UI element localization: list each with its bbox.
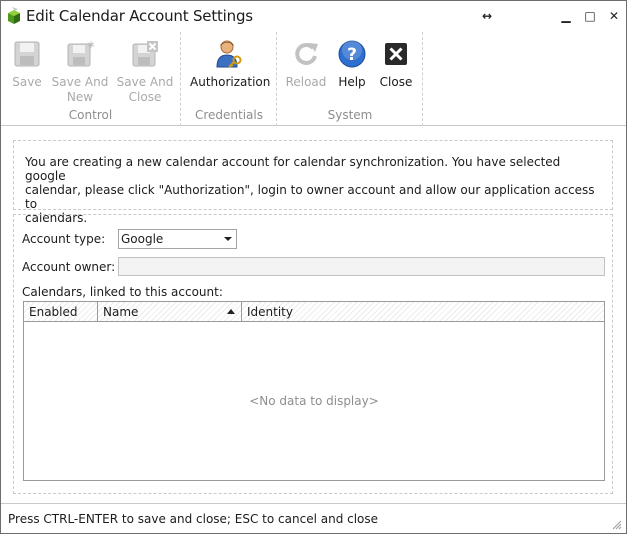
account-type-label: Account type: — [22, 232, 106, 246]
maximize-button[interactable]: □ — [581, 7, 599, 25]
info-line: You are creating a new calendar account … — [25, 155, 561, 183]
status-bar: Press CTRL-ENTER to save and close; ESC … — [1, 503, 626, 533]
title-bar[interactable]: Edit Calendar Account Settings ↔ ▁ □ ✕ — [1, 1, 626, 32]
column-header-name[interactable]: Name — [98, 302, 242, 321]
status-hint: Press CTRL-ENTER to save and close; ESC … — [8, 512, 379, 526]
account-type-select[interactable]: Google — [118, 229, 237, 249]
window-close-button[interactable]: ✕ — [605, 7, 623, 25]
dialog-window: Edit Calendar Account Settings ↔ ▁ □ ✕ S… — [0, 0, 627, 534]
ribbon-toolbar: Save ✶ Save And New Save And Close Contr… — [1, 32, 626, 126]
close-button[interactable]: Close — [376, 36, 416, 90]
grid-header: Enabled Name Identity — [24, 302, 604, 322]
account-type-value: Google — [121, 232, 164, 246]
reload-label: Reload — [285, 75, 327, 89]
column-header-identity[interactable]: Identity — [242, 302, 604, 321]
user-key-icon — [216, 40, 242, 68]
sort-ascending-icon — [227, 309, 235, 314]
reload-button[interactable]: Reload — [284, 36, 328, 90]
save-and-new-label: Save And New — [51, 75, 109, 104]
save-label: Save — [12, 75, 42, 89]
column-label: Enabled — [29, 305, 78, 319]
window-title: Edit Calendar Account Settings — [26, 7, 253, 25]
save-and-new-button[interactable]: ✶ Save And New — [51, 36, 109, 105]
save-and-close-icon — [132, 41, 158, 67]
svg-text:?: ? — [347, 45, 357, 65]
help-label: Help — [338, 75, 366, 89]
save-and-close-button[interactable]: Save And Close — [115, 36, 175, 105]
account-owner-label: Account owner: — [22, 260, 116, 274]
ribbon-group-credentials: Authorization Credentials — [182, 32, 277, 126]
column-label: Identity — [247, 305, 293, 319]
account-form: Account type: Google Account owner: Cale… — [13, 214, 613, 494]
calendars-label: Calendars, linked to this account: — [22, 285, 223, 299]
info-message: You are creating a new calendar account … — [13, 140, 613, 225]
save-icon — [14, 41, 40, 67]
empty-grid-message: <No data to display> — [249, 394, 379, 408]
save-button[interactable]: Save — [9, 36, 45, 90]
group-label-control: Control — [68, 108, 113, 122]
help-icon: ? — [338, 40, 366, 68]
save-and-new-icon: ✶ — [67, 39, 95, 67]
close-icon — [385, 43, 407, 65]
svg-text:✶: ✶ — [86, 39, 95, 52]
authorization-button[interactable]: Authorization — [190, 36, 271, 90]
main-content: You are creating a new calendar account … — [1, 127, 626, 503]
authorization-label: Authorization — [190, 75, 271, 89]
close-label: Close — [379, 75, 413, 89]
resize-grip-icon[interactable] — [610, 518, 622, 530]
group-label-system: System — [327, 108, 373, 122]
column-label: Name — [103, 305, 139, 319]
info-line: calendar, please click "Authorization", … — [25, 183, 595, 211]
reload-icon — [295, 42, 318, 65]
ribbon-group-system: Reload ? Help Close System — [278, 32, 423, 126]
resize-icon[interactable]: ↔ — [478, 7, 496, 25]
column-header-enabled[interactable]: Enabled — [24, 302, 98, 321]
calendars-grid[interactable]: Enabled Name Identity <No data to displa… — [23, 301, 605, 481]
minimize-button[interactable]: ▁ — [557, 7, 575, 25]
group-label-credentials: Credentials — [194, 108, 263, 122]
save-and-close-label: Save And Close — [116, 75, 174, 104]
help-button[interactable]: ? Help — [332, 36, 372, 90]
app-logo-icon — [8, 7, 20, 24]
ribbon-group-control: Save ✶ Save And New Save And Close Contr… — [1, 32, 181, 126]
account-owner-field[interactable] — [118, 257, 605, 276]
chevron-down-icon — [224, 237, 232, 241]
